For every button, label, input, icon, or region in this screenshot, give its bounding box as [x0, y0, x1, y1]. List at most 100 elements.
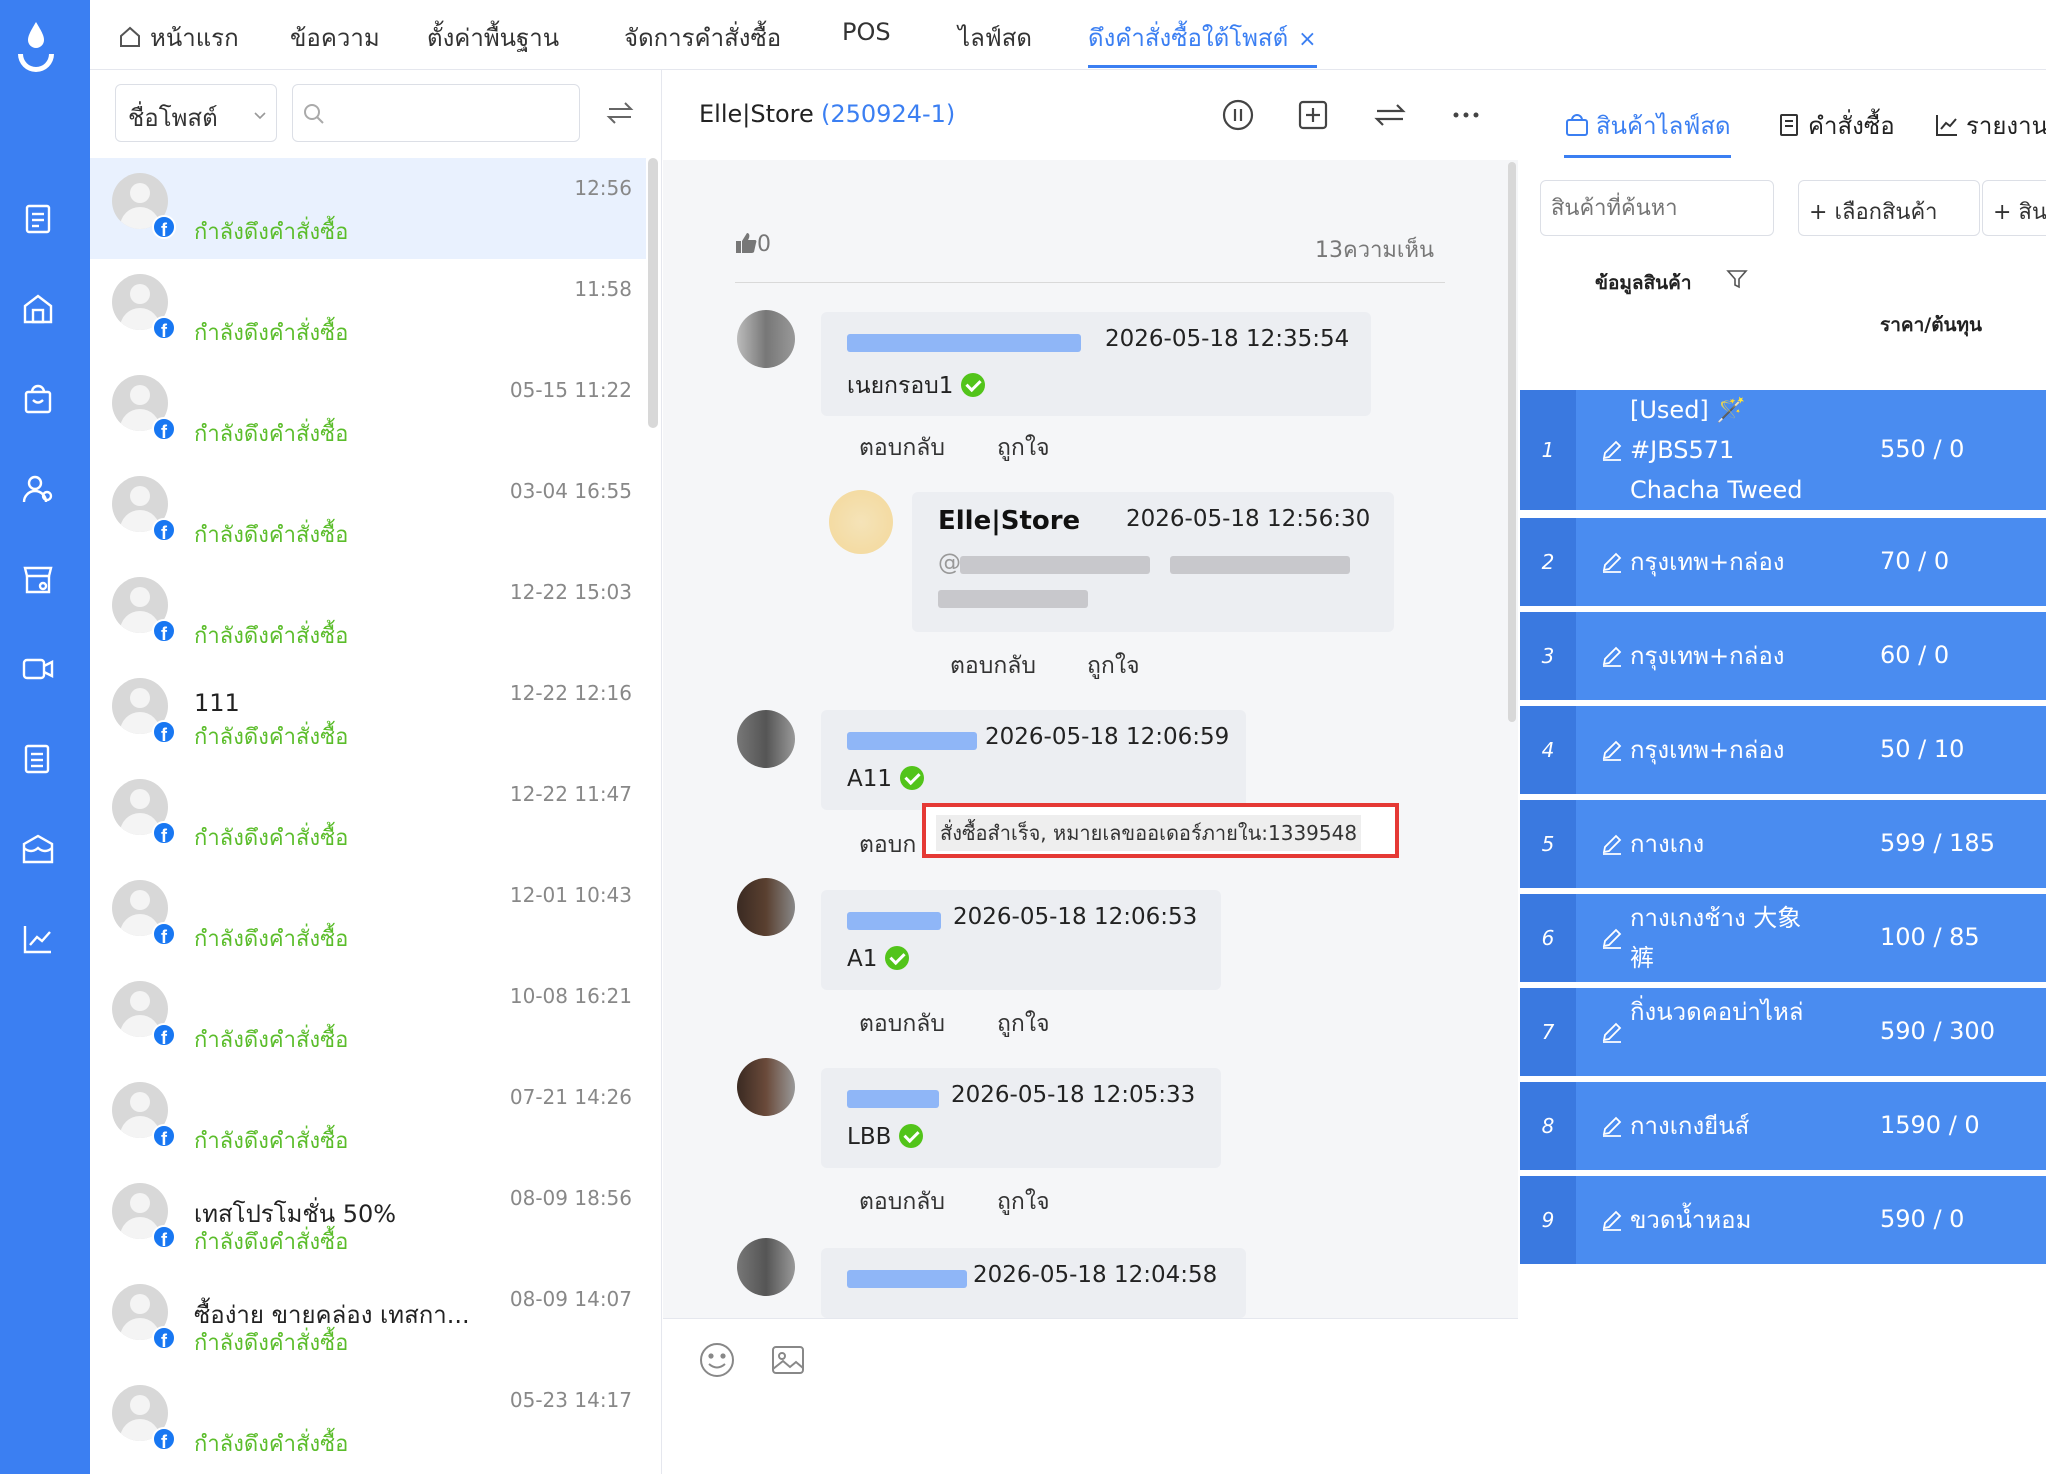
scrollbar[interactable]: [648, 158, 658, 428]
tab-live[interactable]: ไลฟ์สด: [958, 18, 1032, 68]
product-row[interactable]: 6 กางเกงช้าง 大象裤 100 / 85: [1520, 894, 2046, 982]
like-count: 0: [735, 232, 771, 257]
search-input[interactable]: [333, 95, 573, 131]
edit-icon[interactable]: [1600, 1114, 1624, 1138]
post-search[interactable]: [292, 84, 580, 142]
shop-icon[interactable]: [21, 292, 55, 326]
select-product-button[interactable]: + เลือกสินค้า: [1798, 180, 1980, 236]
edit-icon[interactable]: [1600, 1020, 1624, 1044]
post-id-link[interactable]: (250924-1): [821, 100, 955, 128]
edit-icon[interactable]: [1600, 738, 1624, 762]
customer-icon[interactable]: [21, 472, 55, 506]
price-cost: 100 / 85: [1880, 923, 1980, 951]
video-icon[interactable]: [21, 652, 55, 686]
post-filter-select[interactable]: ชื่อโพสต์: [115, 84, 277, 142]
tab-orders[interactable]: จัดการคำสั่งซื้อ: [624, 18, 781, 68]
like-button[interactable]: ถูกใจ: [997, 430, 1050, 466]
row-number: 7: [1520, 988, 1576, 1076]
logo-icon: [18, 22, 54, 72]
reply-button[interactable]: ตอบก: [859, 827, 916, 863]
price-cost: 550 / 0: [1880, 435, 1965, 463]
list-item[interactable]: f ซื้อง่าย ขายคล่อง เทสกา... กำลังดึงคำสั่…: [90, 1269, 646, 1370]
list-item[interactable]: f กำลังดึงคำสั่งซื้อ 12-01 10:43: [90, 865, 646, 966]
product-search-input[interactable]: [1551, 191, 1761, 225]
reply-button[interactable]: ตอบกลับ: [859, 1006, 945, 1042]
list-item[interactable]: f กำลังดึงคำสั่งซื้อ 05-23 14:17: [90, 1370, 646, 1471]
list-item[interactable]: f กำลังดึงคำสั่งซื้อ 12:56: [90, 158, 646, 259]
list-item[interactable]: f กำลังดึงคำสั่งซื้อ 10-08 16:21: [90, 966, 646, 1067]
comment-bubble: 2026-05-18 12:06:59 A11: [821, 710, 1246, 810]
tab-home[interactable]: หน้าแรก: [118, 18, 239, 68]
row-number: 8: [1520, 1082, 1576, 1170]
post-time: 05-15 11:22: [509, 378, 632, 402]
post-time: 12-01 10:43: [509, 883, 632, 907]
pause-icon[interactable]: [1221, 98, 1255, 132]
tab-report-label: รายงาน: [1966, 112, 2046, 140]
edit-icon[interactable]: [1600, 550, 1624, 574]
tab-pos[interactable]: POS: [842, 18, 891, 68]
note-icon[interactable]: [21, 742, 55, 776]
list-item[interactable]: f กำลังดึงคำสั่งซื้อ 05-15 11:22: [90, 360, 646, 461]
scrollbar[interactable]: [1508, 162, 1516, 722]
tab-messages[interactable]: ข้อความ: [290, 18, 380, 68]
add-product-label: สินค: [2018, 200, 2046, 225]
list-item[interactable]: f 111 กำลังดึงคำสั่งซื้อ 12-22 12:16: [90, 663, 646, 764]
swap-icon[interactable]: [1373, 98, 1407, 132]
like-button[interactable]: ถูกใจ: [997, 1006, 1050, 1042]
tab-product-orders[interactable]: คำสั่งซื้อ: [1776, 106, 1895, 145]
bag-icon[interactable]: [21, 382, 55, 416]
product-row[interactable]: 8 กางเกงยีนส์ 1590 / 0: [1520, 1082, 2046, 1170]
post-status: กำลังดึงคำสั่งซื้อ: [194, 1432, 349, 1457]
edit-icon[interactable]: [1600, 1208, 1624, 1232]
list-item[interactable]: f กำลังดึงคำสั่งซื้อ 12-22 11:47: [90, 764, 646, 865]
image-icon[interactable]: [769, 1341, 807, 1379]
add-icon[interactable]: [1296, 98, 1330, 132]
post-status: กำลังดึงคำสั่งซื้อ: [194, 927, 349, 952]
list-item[interactable]: f กำลังดึงคำสั่งซื้อ 12-22 15:03: [90, 562, 646, 663]
list-item[interactable]: f เทสโปรโมชั่น 50% กำลังดึงคำสั่งซื้อ 08-09…: [90, 1168, 646, 1269]
product-row[interactable]: 7 กิ่งนวดคอบ่าไหล่ 590 / 300: [1520, 988, 2046, 1076]
redacted-name: [847, 912, 941, 930]
post-status: กำลังดึงคำสั่งซื้อ: [194, 1028, 349, 1053]
tab-report[interactable]: รายงาน: [1934, 106, 2046, 145]
tab-live-products[interactable]: สินค้าไลฟ์สด: [1564, 106, 1731, 158]
warehouse-icon[interactable]: [21, 832, 55, 866]
edit-icon[interactable]: [1600, 926, 1624, 950]
list-item[interactable]: f กำลังดึงคำสั่งซื้อ 11:58: [90, 259, 646, 360]
product-row[interactable]: 5 กางเกง 599 / 185: [1520, 800, 2046, 888]
edit-icon[interactable]: [1600, 832, 1624, 856]
add-product-button[interactable]: + สินค: [1982, 180, 2046, 236]
list-item[interactable]: f กำลังดึงคำสั่งซื้อ 07-21 14:26: [90, 1067, 646, 1168]
reply-button[interactable]: ตอบกลับ: [950, 648, 1036, 684]
product-row[interactable]: 9 ขวดน้ำหอม 590 / 0: [1520, 1176, 2046, 1264]
list-item[interactable]: f กำลังดึงคำสั่งซื้อ 03-04 16:55: [90, 461, 646, 562]
like-button[interactable]: ถูกใจ: [997, 1184, 1050, 1220]
redacted-name: [847, 1270, 967, 1288]
product-row[interactable]: 2 กรุงเทพ+กล่อง 70 / 0: [1520, 518, 2046, 606]
reply-button[interactable]: ตอบกลับ: [859, 430, 945, 466]
left-rail: [0, 0, 90, 1474]
product-row[interactable]: 4 กรุงเทพ+กล่อง 50 / 10: [1520, 706, 2046, 794]
edit-icon[interactable]: [1600, 644, 1624, 668]
emoji-icon[interactable]: [698, 1341, 736, 1379]
product-search[interactable]: [1540, 180, 1774, 236]
swap-icon[interactable]: [605, 98, 635, 128]
reply-button[interactable]: ตอบกลับ: [859, 1184, 945, 1220]
edit-icon[interactable]: [1600, 438, 1624, 462]
product-name: กางเกง: [1630, 830, 1705, 858]
comment-text-value: LBB: [847, 1124, 892, 1150]
store-settings-icon[interactable]: [21, 562, 55, 596]
like-button[interactable]: ถูกใจ: [1087, 648, 1140, 684]
document-icon[interactable]: [21, 202, 55, 236]
comment-bubble: 2026-05-18 12:06:53 A1: [821, 890, 1221, 990]
tab-pull-orders[interactable]: ดึงคำสั่งซื้อใต้โพสต์ ×: [1088, 18, 1317, 68]
post-filter-label: ชื่อโพสต์: [128, 104, 218, 132]
close-tab-icon[interactable]: ×: [1298, 27, 1316, 52]
product-row[interactable]: 3 กรุงเทพ+กล่อง 60 / 0: [1520, 612, 2046, 700]
tab-settings[interactable]: ตั้งค่าพื้นฐาน: [427, 18, 559, 68]
analytics-icon[interactable]: [21, 922, 55, 956]
more-icon[interactable]: [1449, 98, 1483, 132]
product-row[interactable]: 1[Used] 🪄#JBS571 Chacha Tweed Dress with…: [1520, 390, 2046, 544]
post-status: กำลังดึงคำสั่งซื้อ: [194, 624, 349, 649]
filter-icon[interactable]: [1726, 268, 1748, 290]
